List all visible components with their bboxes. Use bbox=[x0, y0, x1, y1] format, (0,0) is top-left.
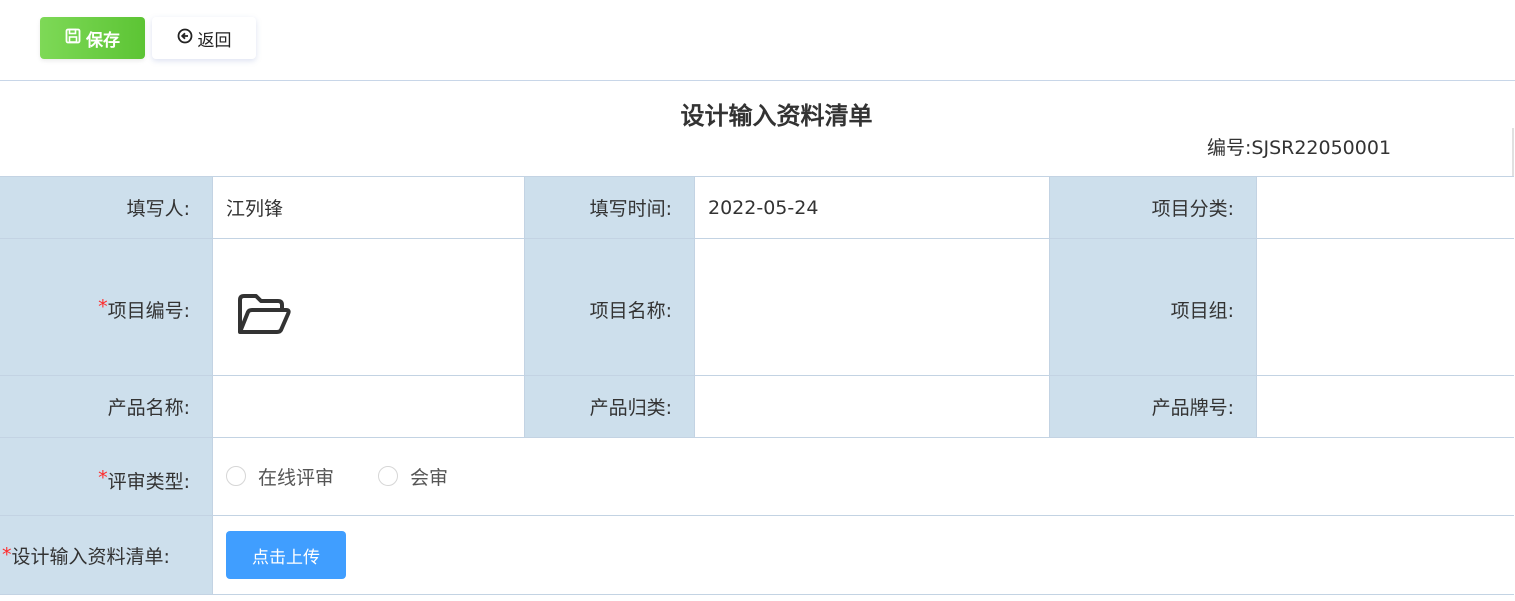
grid-line bbox=[0, 515, 1514, 516]
grid-line bbox=[0, 176, 1514, 177]
project-name-value bbox=[694, 238, 1049, 375]
grid-line bbox=[1256, 176, 1257, 438]
fill-time-label: 填写时间: bbox=[524, 177, 694, 238]
filler-value: 江列锋 bbox=[212, 177, 524, 238]
grid-line bbox=[0, 437, 1514, 438]
grid-line bbox=[0, 594, 1514, 595]
fill-time-value: 2022-05-24 bbox=[694, 177, 1049, 238]
back-circle-icon bbox=[177, 28, 193, 49]
upload-button[interactable]: 点击上传 bbox=[226, 531, 346, 579]
project-group-label: 项目组: bbox=[1049, 238, 1256, 375]
review-type-label: * 评审类型: bbox=[0, 437, 212, 515]
project-no-label-text: 项目编号: bbox=[107, 300, 190, 322]
save-icon bbox=[65, 28, 81, 49]
toolbar-divider bbox=[0, 80, 1515, 81]
serial-number: 编号:SJSR22050001 bbox=[1207, 133, 1391, 160]
required-mark: * bbox=[2, 544, 12, 566]
folder-open-icon[interactable] bbox=[236, 292, 292, 343]
grid-line bbox=[0, 375, 1514, 376]
radio-joint-review[interactable]: 会审 bbox=[378, 463, 448, 490]
project-category-value[interactable] bbox=[1256, 177, 1514, 238]
material-list-label: * 设计输入资料清单: bbox=[0, 515, 212, 595]
serial-label: 编号: bbox=[1207, 137, 1252, 159]
product-name-label: 产品名称: bbox=[0, 375, 212, 437]
project-name-label: 项目名称: bbox=[524, 238, 694, 375]
material-list-label-text: 设计输入资料清单: bbox=[11, 545, 170, 568]
project-group-value bbox=[1256, 238, 1514, 375]
grid-line bbox=[1049, 176, 1050, 438]
product-class-label: 产品归类: bbox=[524, 375, 694, 437]
review-type-label-text: 评审类型: bbox=[107, 471, 190, 493]
radio-circle[interactable] bbox=[226, 466, 246, 486]
project-category-label: 项目分类: bbox=[1049, 177, 1256, 238]
material-upload-cell: 点击上传 bbox=[212, 515, 1514, 595]
project-no-value[interactable] bbox=[212, 238, 524, 375]
required-mark: * bbox=[98, 467, 108, 489]
radio-online-review-label: 在线评审 bbox=[258, 466, 335, 489]
product-class-value[interactable] bbox=[694, 375, 1049, 437]
toolbar: 保存 返回 bbox=[0, 0, 1515, 80]
required-mark: * bbox=[98, 296, 108, 318]
product-brand-label: 产品牌号: bbox=[1049, 375, 1256, 437]
form-title: 设计输入资料清单 bbox=[680, 102, 873, 130]
grid-line bbox=[0, 238, 1514, 239]
grid-line bbox=[524, 176, 525, 438]
serial-value: SJSR22050001 bbox=[1251, 137, 1392, 159]
review-type-options: 在线评审 会审 bbox=[212, 437, 1514, 515]
radio-online-review[interactable]: 在线评审 bbox=[226, 463, 334, 490]
project-no-label: * 项目编号: bbox=[0, 238, 212, 375]
back-button[interactable]: 返回 bbox=[152, 17, 256, 59]
save-button-label: 保存 bbox=[86, 30, 120, 51]
grid-line bbox=[694, 176, 695, 438]
radio-circle[interactable] bbox=[378, 466, 399, 486]
grid-line bbox=[212, 176, 213, 595]
back-button-label: 返回 bbox=[197, 30, 232, 51]
radio-joint-review-label: 会审 bbox=[410, 466, 449, 489]
filler-label: 填写人: bbox=[0, 177, 212, 238]
save-button[interactable]: 保存 bbox=[40, 17, 145, 59]
product-name-value[interactable] bbox=[212, 375, 524, 437]
product-brand-value[interactable] bbox=[1256, 375, 1514, 437]
